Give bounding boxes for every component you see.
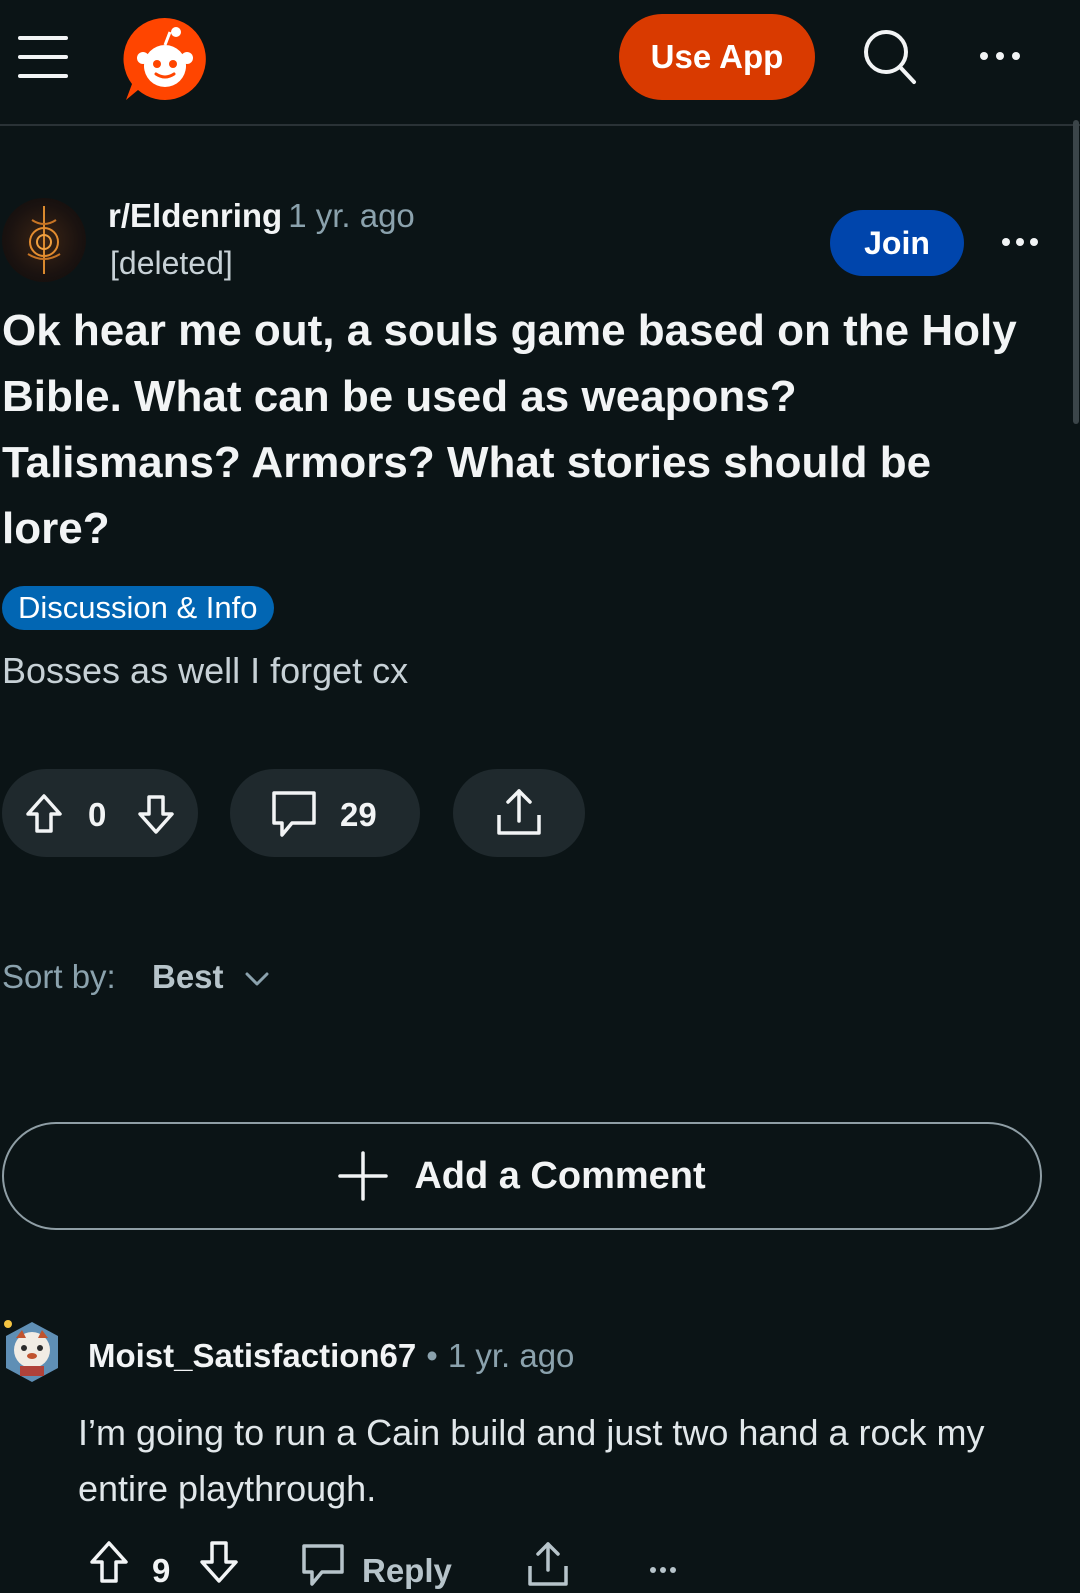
plus-icon: [338, 1151, 389, 1201]
share-icon: [497, 789, 541, 835]
post-title[interactable]: Ok hear me out, a souls game based on th…: [2, 298, 1042, 562]
post-vote-count: 0: [88, 796, 107, 833]
post-meta: r/Eldenring 1 yr. ago: [108, 197, 415, 235]
subreddit-avatar[interactable]: [2, 198, 86, 282]
comment-upvote-icon[interactable]: [88, 1540, 130, 1584]
elden-ring-emblem-icon: [27, 206, 61, 274]
comment-icon: [272, 791, 316, 837]
subreddit-name[interactable]: r/Eldenring: [108, 197, 282, 234]
comment-body: I’m going to run a Cain build and just t…: [78, 1412, 985, 1509]
downvote-icon[interactable]: [136, 793, 176, 835]
reply-icon[interactable]: [300, 1540, 346, 1588]
sort-dropdown[interactable]: Best: [152, 958, 224, 996]
comment-downvote-icon[interactable]: [198, 1540, 240, 1584]
comment-username[interactable]: Moist_Satisfaction67: [88, 1337, 416, 1374]
more-icon[interactable]: [976, 40, 1024, 72]
post-body: Bosses as well I forget cx: [2, 650, 409, 691]
comment-time: 1 yr. ago: [447, 1337, 575, 1374]
post-time: 1 yr. ago: [288, 197, 415, 234]
vote-bar: 0: [2, 769, 198, 857]
top-bar: Use App: [0, 0, 1080, 126]
share-button[interactable]: [453, 769, 585, 857]
add-comment-label: Add a Comment: [414, 1154, 706, 1197]
sort-label: Sort by:: [2, 958, 116, 995]
post-comment-count: 29: [340, 796, 377, 833]
comment-share-icon[interactable]: [526, 1540, 570, 1588]
comment-meta: Moist_Satisfaction67 • 1 yr. ago: [88, 1337, 574, 1375]
commenter-avatar[interactable]: [2, 1320, 62, 1384]
comment-more-icon[interactable]: [648, 1562, 678, 1578]
reply-button[interactable]: Reply: [362, 1552, 452, 1590]
upvote-icon[interactable]: [24, 793, 64, 835]
post-flair[interactable]: Discussion & Info: [2, 586, 274, 630]
comment-vote-count: 9: [152, 1552, 171, 1589]
post-more-icon[interactable]: [1000, 232, 1040, 252]
add-comment-button[interactable]: Add a Comment: [2, 1122, 1042, 1230]
use-app-button[interactable]: Use App: [619, 14, 815, 100]
menu-icon[interactable]: [18, 36, 68, 78]
post-author: [deleted]: [110, 245, 233, 281]
join-button[interactable]: Join: [830, 210, 964, 276]
meta-separator: •: [426, 1337, 438, 1374]
chevron-down-icon[interactable]: [244, 966, 270, 992]
reddit-logo[interactable]: [120, 14, 210, 104]
scrollbar[interactable]: [1073, 120, 1079, 424]
search-icon[interactable]: [862, 28, 918, 86]
comments-button[interactable]: 29: [230, 769, 420, 857]
